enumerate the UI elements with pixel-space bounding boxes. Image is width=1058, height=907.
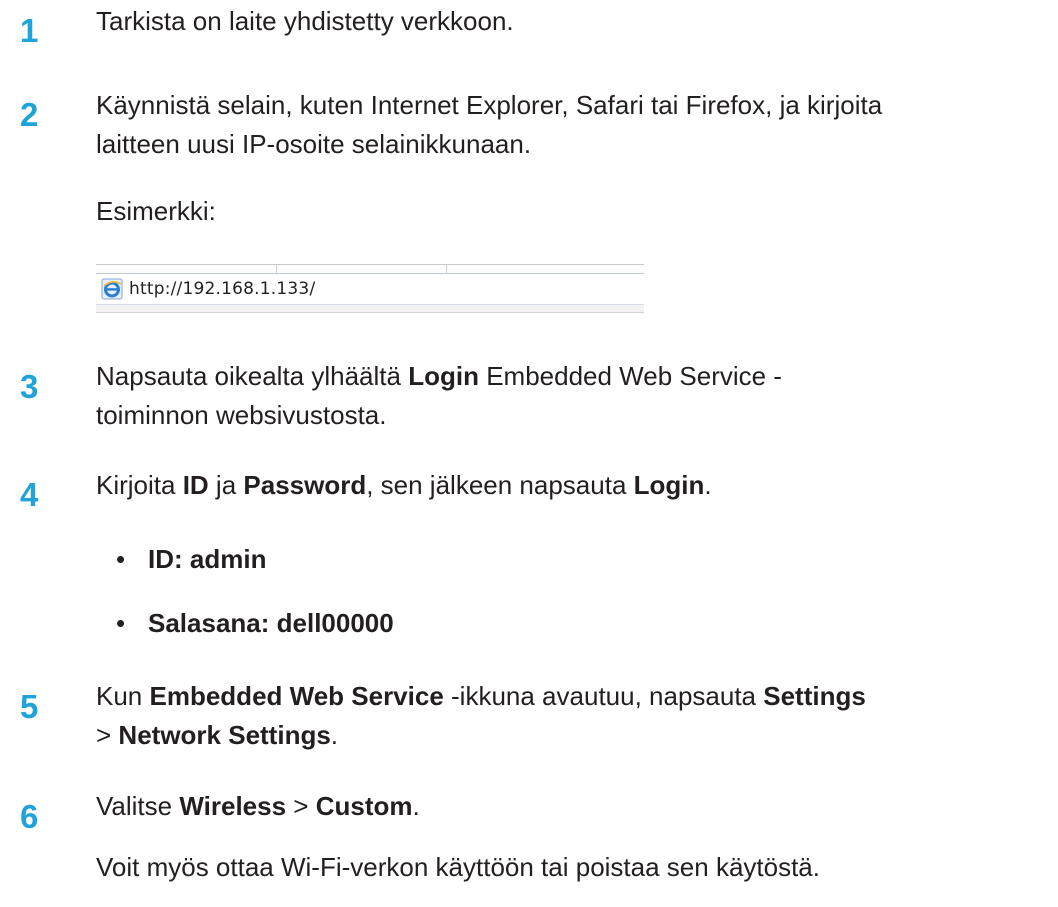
credential-password: Salasana: dell00000	[148, 608, 394, 638]
step-5-line-1: Kun Embedded Web Service -ikkuna avautuu…	[96, 681, 866, 711]
step-1-line: Tarkista on laite yhdistetty verkkoon.	[96, 6, 514, 36]
step-text: Napsauta oikealta ylhäältä Login Embedde…	[96, 357, 1051, 435]
credential-id: ID: admin	[148, 544, 267, 574]
bullet: •	[116, 544, 126, 574]
step-number: 6	[20, 798, 39, 835]
custom-term: Custom	[315, 791, 413, 821]
step-text: Kirjoita ID ja Password, sen jälkeen nap…	[96, 470, 712, 500]
url-field[interactable]: http://192.168.1.133/	[96, 273, 644, 305]
password-term: Password	[243, 470, 367, 500]
internet-explorer-icon	[101, 278, 123, 300]
toolbar-divider	[276, 265, 277, 273]
step-text: Tarkista on laite yhdistetty verkkoon.	[96, 2, 1051, 41]
step-2-line-1: Käynnistä selain, kuten Internet Explore…	[96, 90, 883, 120]
step-3-line-1: Napsauta oikealta ylhäältä Login Embedde…	[96, 361, 782, 391]
step-number: 2	[20, 96, 39, 133]
browser-address-bar: http://192.168.1.133/	[96, 264, 644, 313]
step-text: Valitse Wireless > Custom.	[96, 791, 420, 821]
example-label: Esimerkki:	[96, 196, 216, 226]
login-term: Login	[633, 470, 705, 500]
step-text: Käynnistä selain, kuten Internet Explore…	[96, 86, 1051, 164]
ews-term: Embedded Web Service	[149, 681, 444, 711]
step-number: 4	[20, 476, 39, 513]
step-2-line-2: laitteen uusi IP-osoite selainikkunaan.	[96, 129, 532, 159]
settings-term: Settings	[763, 681, 866, 711]
step-text: Kun Embedded Web Service -ikkuna avautuu…	[96, 677, 1051, 755]
step-number: 3	[20, 368, 39, 405]
wireless-term: Wireless	[179, 791, 287, 821]
toolbar-divider	[446, 265, 447, 273]
step-number: 1	[20, 12, 39, 49]
url-text: http://192.168.1.133/	[129, 279, 316, 299]
login-term: Login	[408, 361, 479, 391]
step-6-note: Voit myös ottaa Wi-Fi-verkon käyttöön ta…	[96, 852, 820, 882]
step-5-line-2: > Network Settings.	[96, 720, 339, 750]
bullet: •	[116, 608, 126, 638]
id-term: ID	[182, 470, 209, 500]
step-number: 5	[20, 688, 39, 725]
network-settings-term: Network Settings	[118, 720, 331, 750]
step-3-line-2: toiminnon websivustosta.	[96, 400, 387, 430]
